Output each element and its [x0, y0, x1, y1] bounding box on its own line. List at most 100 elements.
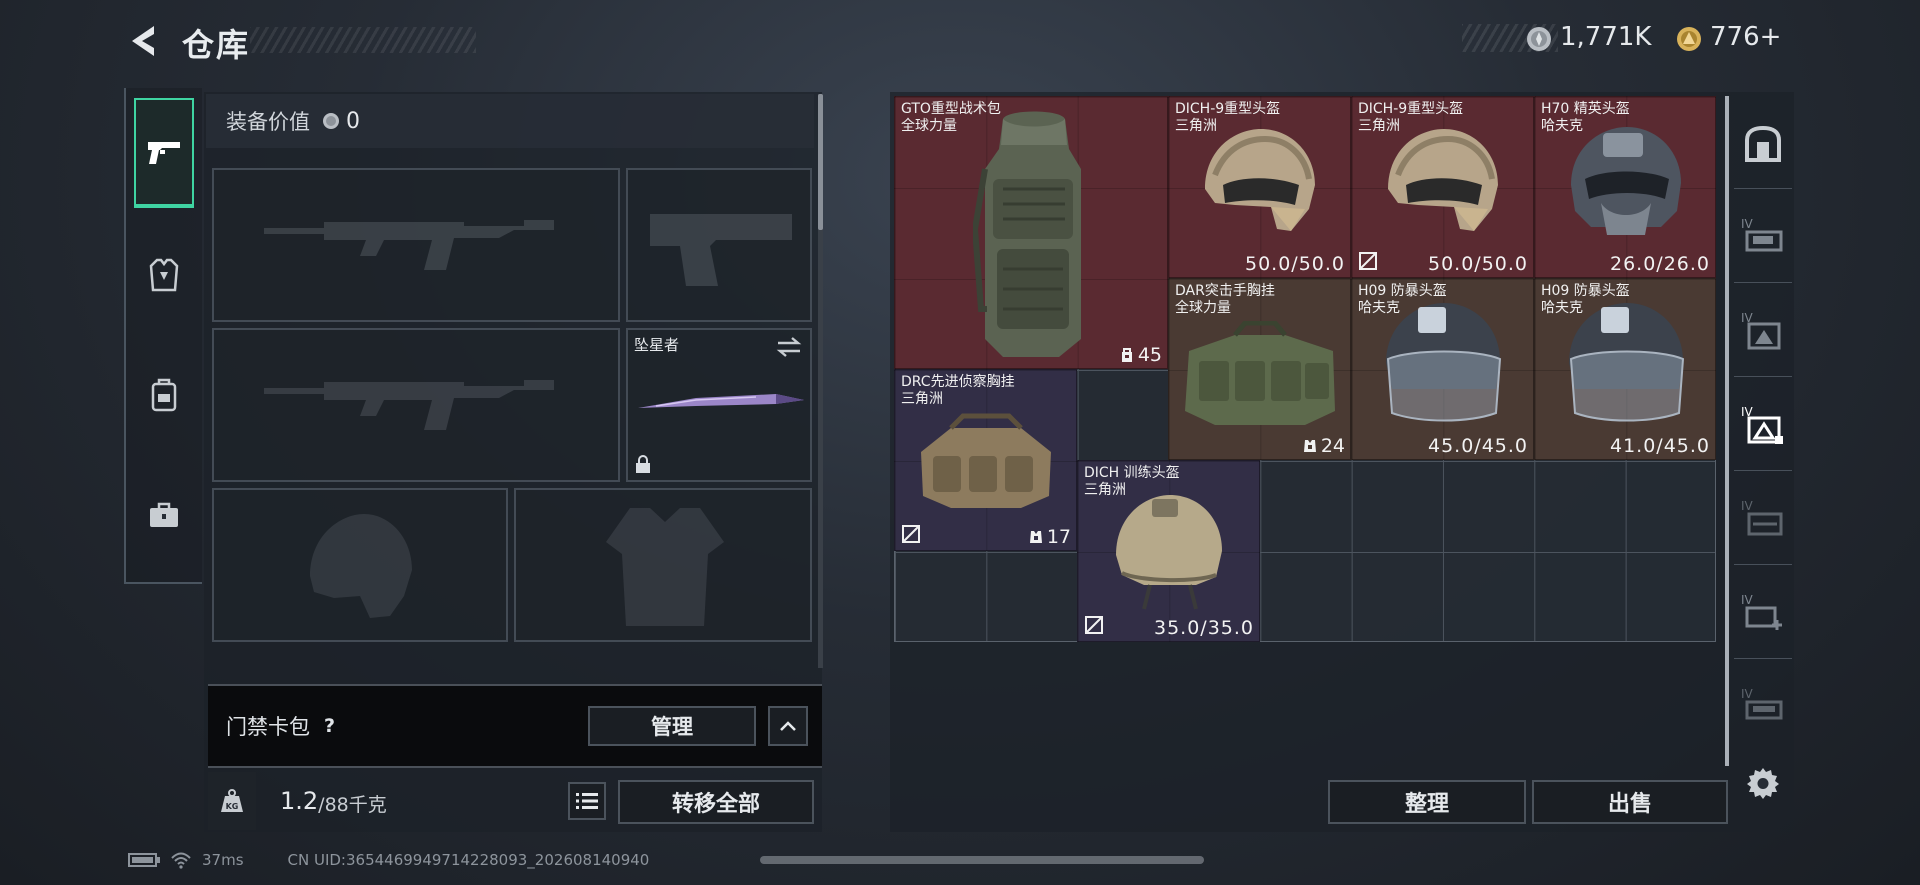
item-helmet-dich9[interactable]: DICH-9重型头盔 三角洲 50.0/50.0: [1351, 96, 1534, 278]
equipment-value-label: 装备价值: [226, 110, 310, 134]
help-icon[interactable]: ?: [324, 715, 335, 737]
capacity-value: 17: [1046, 526, 1071, 548]
helmet-silhouette-icon: [310, 514, 412, 618]
armor-silhouette-icon: [606, 508, 724, 626]
sidearm-slot[interactable]: [626, 168, 812, 322]
item-name: H70 精英头盔: [1541, 101, 1630, 117]
item-chest-rig-dar[interactable]: DAR突击手胸挂 全球力量 24: [1168, 278, 1351, 460]
durability: 26.0/26.0: [1609, 253, 1710, 275]
weight-icon: KG: [208, 772, 256, 830]
home-indicator[interactable]: [760, 856, 1204, 864]
weight-current: 1.2: [280, 787, 319, 815]
item-helmet-h09[interactable]: H09 防暴头盔 哈夫克 45.0/45.0: [1351, 278, 1534, 460]
nav-storage-add[interactable]: IV: [1736, 582, 1790, 642]
durability: 35.0/35.0: [1153, 617, 1254, 639]
durability: 50.0/50.0: [1427, 253, 1528, 275]
helmet-image: [1571, 127, 1681, 235]
chest-rig-image: [1185, 321, 1335, 425]
nav-storage-4[interactable]: IV: [1736, 488, 1790, 548]
tab-case[interactable]: [134, 460, 194, 570]
briefcase-icon: [150, 502, 178, 527]
keycard-pack-label: 门禁卡包: [226, 715, 310, 739]
silver-coin-icon: [322, 112, 340, 130]
secondary-weapon-slot[interactable]: [212, 328, 620, 482]
gold-amount[interactable]: 776+: [1710, 22, 1781, 52]
item-chest-rig-drc[interactable]: DRC先进侦察胸挂 三角洲 17: [894, 369, 1077, 551]
safe-box-icon: [1745, 125, 1781, 162]
storage-rack-icon: IV: [1741, 687, 1783, 720]
svg-text:IV: IV: [1741, 217, 1754, 231]
tab-weapons[interactable]: [134, 98, 194, 208]
pistol-icon: [148, 142, 180, 164]
page-title: 仓库: [182, 26, 251, 64]
rifle-silhouette-icon: [264, 380, 554, 430]
item-helmet-dich9[interactable]: DICH-9重型头盔 三角洲 50.0/50.0: [1168, 96, 1351, 278]
lock-icon: [636, 455, 650, 473]
no-repair-icon: [1359, 252, 1377, 270]
pistol-silhouette-icon: [650, 214, 792, 286]
capacity: 45: [1119, 344, 1162, 366]
nav-storage-5[interactable]: IV: [1736, 676, 1790, 736]
nav-storage-3-selected[interactable]: IV: [1736, 394, 1790, 454]
helmet-image: [1388, 129, 1498, 231]
nav-storage-1[interactable]: IV: [1736, 206, 1790, 266]
helmet-image: [1386, 303, 1502, 422]
helmet-image: [1205, 129, 1315, 231]
melee-slot[interactable]: 坠星者: [626, 328, 812, 482]
svg-text:IV: IV: [1741, 593, 1754, 607]
item-name: DICH-9重型头盔: [1175, 101, 1281, 117]
tab-backpack[interactable]: [134, 340, 194, 450]
svg-text:IV: IV: [1741, 687, 1754, 701]
rifle-silhouette-icon: [264, 220, 554, 270]
gear-icon: [1747, 768, 1779, 799]
nav-storage-2[interactable]: IV: [1736, 300, 1790, 360]
manage-button[interactable]: 管理: [588, 706, 756, 746]
item-name: DAR突击手胸挂: [1175, 283, 1275, 299]
storage-shelf-icon: IV: [1741, 217, 1783, 252]
no-repair-icon: [1085, 616, 1103, 634]
user-uid: CN UID:3654469949714228093_202608140940: [287, 851, 650, 869]
silver-amount: 1,771K: [1560, 22, 1652, 52]
item-name: DICH 训练头盔: [1084, 465, 1180, 481]
status-bar: 37ms CN UID:3654469949714228093_20260814…: [128, 850, 649, 870]
durability: 41.0/45.0: [1609, 435, 1710, 457]
item-helmet-h09[interactable]: H09 防暴头盔 哈夫克 41.0/45.0: [1534, 278, 1716, 460]
capacity-icon: [1121, 348, 1132, 362]
nav-safe-box[interactable]: [1736, 114, 1790, 174]
battery-icon: [128, 853, 160, 867]
sort-button[interactable]: 整理: [1328, 780, 1526, 824]
storage-selected-icon: IV: [1741, 405, 1783, 444]
gold-coin-icon: [1676, 26, 1702, 52]
settings-button[interactable]: [1746, 766, 1780, 800]
item-faction: 全球力量: [1175, 300, 1231, 316]
swap-icon[interactable]: [776, 336, 802, 358]
storage-page-nav: IV IV IV IV IV IV: [1724, 96, 1792, 776]
back-button[interactable]: [128, 24, 160, 58]
storage-crate-icon: IV: [1741, 311, 1781, 350]
title-decoration: [250, 27, 476, 53]
capacity-value: 24: [1320, 435, 1345, 457]
silver-coin-icon: [1526, 26, 1552, 52]
item-backpack-gto[interactable]: GTO重型战术包 全球力量 45: [894, 96, 1168, 369]
backpack-image: [973, 111, 1081, 357]
equipment-category-tabs: [124, 88, 202, 584]
tab-armor[interactable]: [134, 220, 194, 330]
no-repair-icon: [902, 525, 920, 543]
item-name: DRC先进侦察胸挂: [901, 374, 1015, 390]
primary-weapon-slot[interactable]: [212, 168, 620, 322]
body-armor-slot[interactable]: [514, 488, 812, 642]
capacity-icon: [1029, 531, 1042, 543]
list-view-button[interactable]: [568, 782, 606, 820]
melee-name: 坠星者: [634, 336, 680, 354]
loadout-scrollbar[interactable]: [818, 94, 823, 230]
item-helmet-h70[interactable]: H70 精英头盔 哈夫克 26.0/26.0: [1534, 96, 1716, 278]
keycard-pack-bar: 门禁卡包 ? 管理: [208, 684, 822, 768]
sell-button[interactable]: 出售: [1532, 780, 1728, 824]
helmet-slot[interactable]: [212, 488, 508, 642]
chevron-up-icon: [780, 721, 796, 731]
helmet-image: [1569, 303, 1685, 422]
equipment-value: 0: [346, 108, 360, 134]
transfer-all-button[interactable]: 转移全部: [618, 780, 814, 824]
item-helmet-dich-training[interactable]: DICH 训练头盔 三角洲 35.0/35.0: [1077, 460, 1260, 642]
expand-button[interactable]: [768, 706, 808, 746]
